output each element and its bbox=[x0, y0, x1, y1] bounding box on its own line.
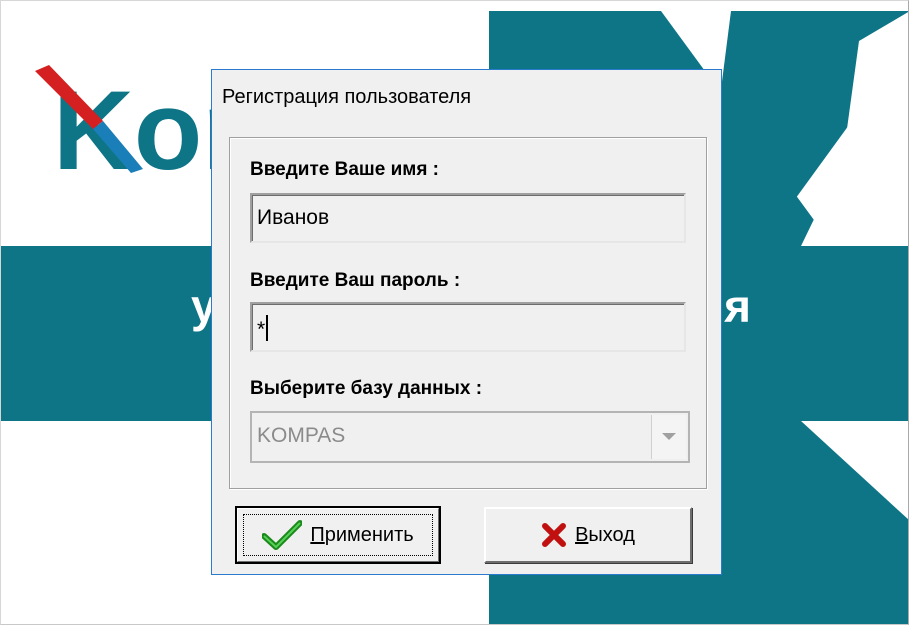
kompas-logo: Kom bbox=[35, 65, 215, 181]
apply-button[interactable]: Применить bbox=[235, 506, 441, 564]
database-select-value: KOMPAS bbox=[257, 424, 346, 447]
dropdown-button[interactable] bbox=[651, 415, 686, 459]
name-input-value: Иванов bbox=[257, 206, 330, 229]
password-input[interactable]: * bbox=[250, 302, 686, 352]
banner-right-glyph: я bbox=[724, 280, 751, 332]
exit-label: ыход bbox=[588, 523, 635, 546]
focus-rectangle bbox=[243, 514, 433, 556]
password-input-value: * bbox=[257, 318, 266, 341]
chevron-down-icon bbox=[662, 433, 676, 440]
database-select[interactable]: KOMPAS bbox=[250, 411, 690, 463]
exit-button[interactable]: Выход bbox=[484, 507, 692, 563]
dialog-title: Регистрация пользователя bbox=[222, 86, 472, 108]
name-input[interactable]: Иванов bbox=[250, 193, 686, 243]
login-dialog: Регистрация пользователя Введите Ваше им… bbox=[211, 69, 722, 575]
name-label: Введите Ваше имя : bbox=[250, 159, 440, 180]
password-label: Введите Ваш пароль : bbox=[250, 270, 461, 291]
cross-icon bbox=[541, 522, 567, 548]
text-caret bbox=[266, 315, 269, 341]
database-label: Выберите базу данных : bbox=[250, 378, 483, 399]
credentials-group: Введите Ваше имя : Иванов Введите Ваш па… bbox=[229, 137, 707, 489]
exit-accelerator: В bbox=[575, 523, 589, 546]
